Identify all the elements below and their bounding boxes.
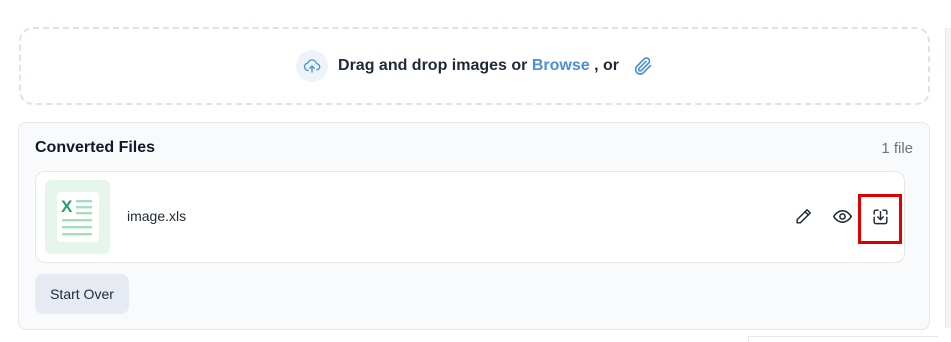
- dropzone-text: Drag and drop images or: [338, 57, 528, 74]
- excel-file-icon: X: [45, 180, 110, 254]
- scrollbar[interactable]: [945, 28, 951, 328]
- panel-title: Converted Files: [35, 139, 156, 156]
- edit-icon[interactable]: [790, 203, 816, 229]
- file-card: X image.xls: [35, 171, 905, 263]
- dropzone[interactable]: Drag and drop images or Browse , or: [19, 27, 930, 105]
- paperclip-icon[interactable]: [633, 55, 653, 77]
- dropzone-suffix: , or: [594, 57, 619, 74]
- start-over-button[interactable]: Start Over: [35, 274, 129, 314]
- converted-files-panel: Converted Files 1 file X image.xls Start…: [18, 122, 930, 330]
- cloud-upload-icon: [296, 50, 329, 82]
- file-name: image.xls: [127, 208, 187, 224]
- top-cut-text: [0, 0, 951, 6]
- browse-link[interactable]: Browse: [532, 57, 590, 74]
- svg-text:X: X: [61, 197, 73, 216]
- download-highlight-box: [858, 194, 902, 244]
- file-count: 1 file: [881, 140, 913, 157]
- bottom-divider: [748, 336, 938, 342]
- eye-icon[interactable]: [829, 203, 855, 229]
